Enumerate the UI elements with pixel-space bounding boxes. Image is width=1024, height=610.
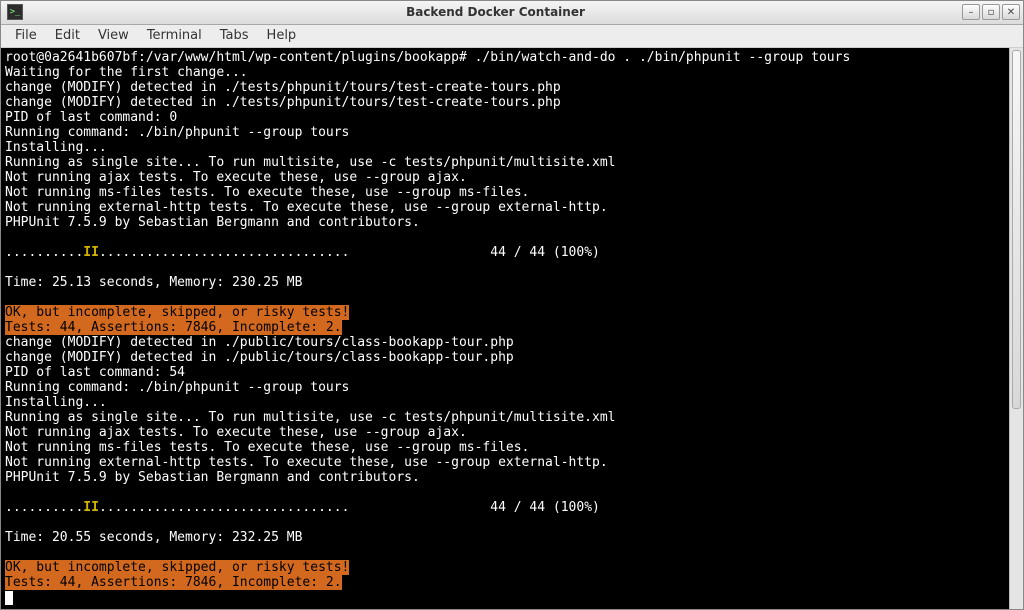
output-line: Not running ajax tests. To execute these… <box>5 425 467 440</box>
output-line: Running command: ./bin/phpunit --group t… <box>5 380 349 395</box>
terminal-window: >_ Backend Docker Container – ▫ ✕ File E… <box>0 0 1024 610</box>
menu-view[interactable]: View <box>90 26 137 45</box>
prompt-line: root@0a2641b607bf:/var/www/html/wp-conte… <box>5 50 850 65</box>
terminal-app-icon: >_ <box>7 4 23 20</box>
progress-dots: ................................ 44 / 44… <box>99 500 600 515</box>
output-line: Time: 20.55 seconds, Memory: 232.25 MB <box>5 530 302 545</box>
output-line: Time: 25.13 seconds, Memory: 230.25 MB <box>5 275 302 290</box>
menu-help[interactable]: Help <box>259 26 305 45</box>
output-line: Running as single site... To run multisi… <box>5 155 615 170</box>
maximize-button[interactable]: ▫ <box>982 4 1000 20</box>
menu-terminal[interactable]: Terminal <box>139 26 210 45</box>
output-line: change (MODIFY) detected in ./tests/phpu… <box>5 80 561 95</box>
terminal-area: root@0a2641b607bf:/var/www/html/wp-conte… <box>1 48 1023 609</box>
result-summary: OK, but incomplete, skipped, or risky te… <box>5 560 349 575</box>
window-title: Backend Docker Container <box>29 5 962 19</box>
output-line: PID of last command: 0 <box>5 110 177 125</box>
output-line: Not running external-http tests. To exec… <box>5 200 608 215</box>
output-line: PHPUnit 7.5.9 by Sebastian Bergmann and … <box>5 215 420 230</box>
output-line: Installing... <box>5 395 107 410</box>
result-stats: Tests: 44, Assertions: 7846, Incomplete:… <box>5 320 342 335</box>
terminal-cursor <box>5 591 13 605</box>
output-line: change (MODIFY) detected in ./public/tou… <box>5 350 514 365</box>
window-controls: – ▫ ✕ <box>962 4 1020 20</box>
output-line: Not running ms-files tests. To execute t… <box>5 440 529 455</box>
incomplete-marker: II <box>83 500 99 515</box>
output-line: Running command: ./bin/phpunit --group t… <box>5 125 349 140</box>
output-line: PID of last command: 54 <box>5 365 185 380</box>
menu-file[interactable]: File <box>7 26 45 45</box>
output-line: Running as single site... To run multisi… <box>5 410 615 425</box>
output-line: Not running external-http tests. To exec… <box>5 455 608 470</box>
output-line: change (MODIFY) detected in ./tests/phpu… <box>5 95 561 110</box>
output-line: Waiting for the first change... <box>5 65 248 80</box>
progress-dots: .......... <box>5 500 83 515</box>
menubar: File Edit View Terminal Tabs Help <box>1 25 1023 49</box>
output-line: Not running ajax tests. To execute these… <box>5 170 467 185</box>
result-stats: Tests: 44, Assertions: 7846, Incomplete:… <box>5 575 342 590</box>
menu-edit[interactable]: Edit <box>47 26 88 45</box>
terminal-output[interactable]: root@0a2641b607bf:/var/www/html/wp-conte… <box>1 48 1009 609</box>
incomplete-marker: II <box>83 245 99 260</box>
output-line: Installing... <box>5 140 107 155</box>
titlebar: >_ Backend Docker Container – ▫ ✕ <box>1 1 1023 25</box>
output-line: change (MODIFY) detected in ./public/tou… <box>5 335 514 350</box>
scrollbar-thumb[interactable] <box>1012 50 1021 409</box>
result-summary: OK, but incomplete, skipped, or risky te… <box>5 305 349 320</box>
progress-dots: ................................ 44 / 44… <box>99 245 600 260</box>
output-line: PHPUnit 7.5.9 by Sebastian Bergmann and … <box>5 470 420 485</box>
progress-dots: .......... <box>5 245 83 260</box>
menu-tabs[interactable]: Tabs <box>212 26 257 45</box>
close-button[interactable]: ✕ <box>1002 4 1020 20</box>
minimize-button[interactable]: – <box>962 4 980 20</box>
vertical-scrollbar[interactable] <box>1009 48 1023 609</box>
output-line: Not running ms-files tests. To execute t… <box>5 185 529 200</box>
